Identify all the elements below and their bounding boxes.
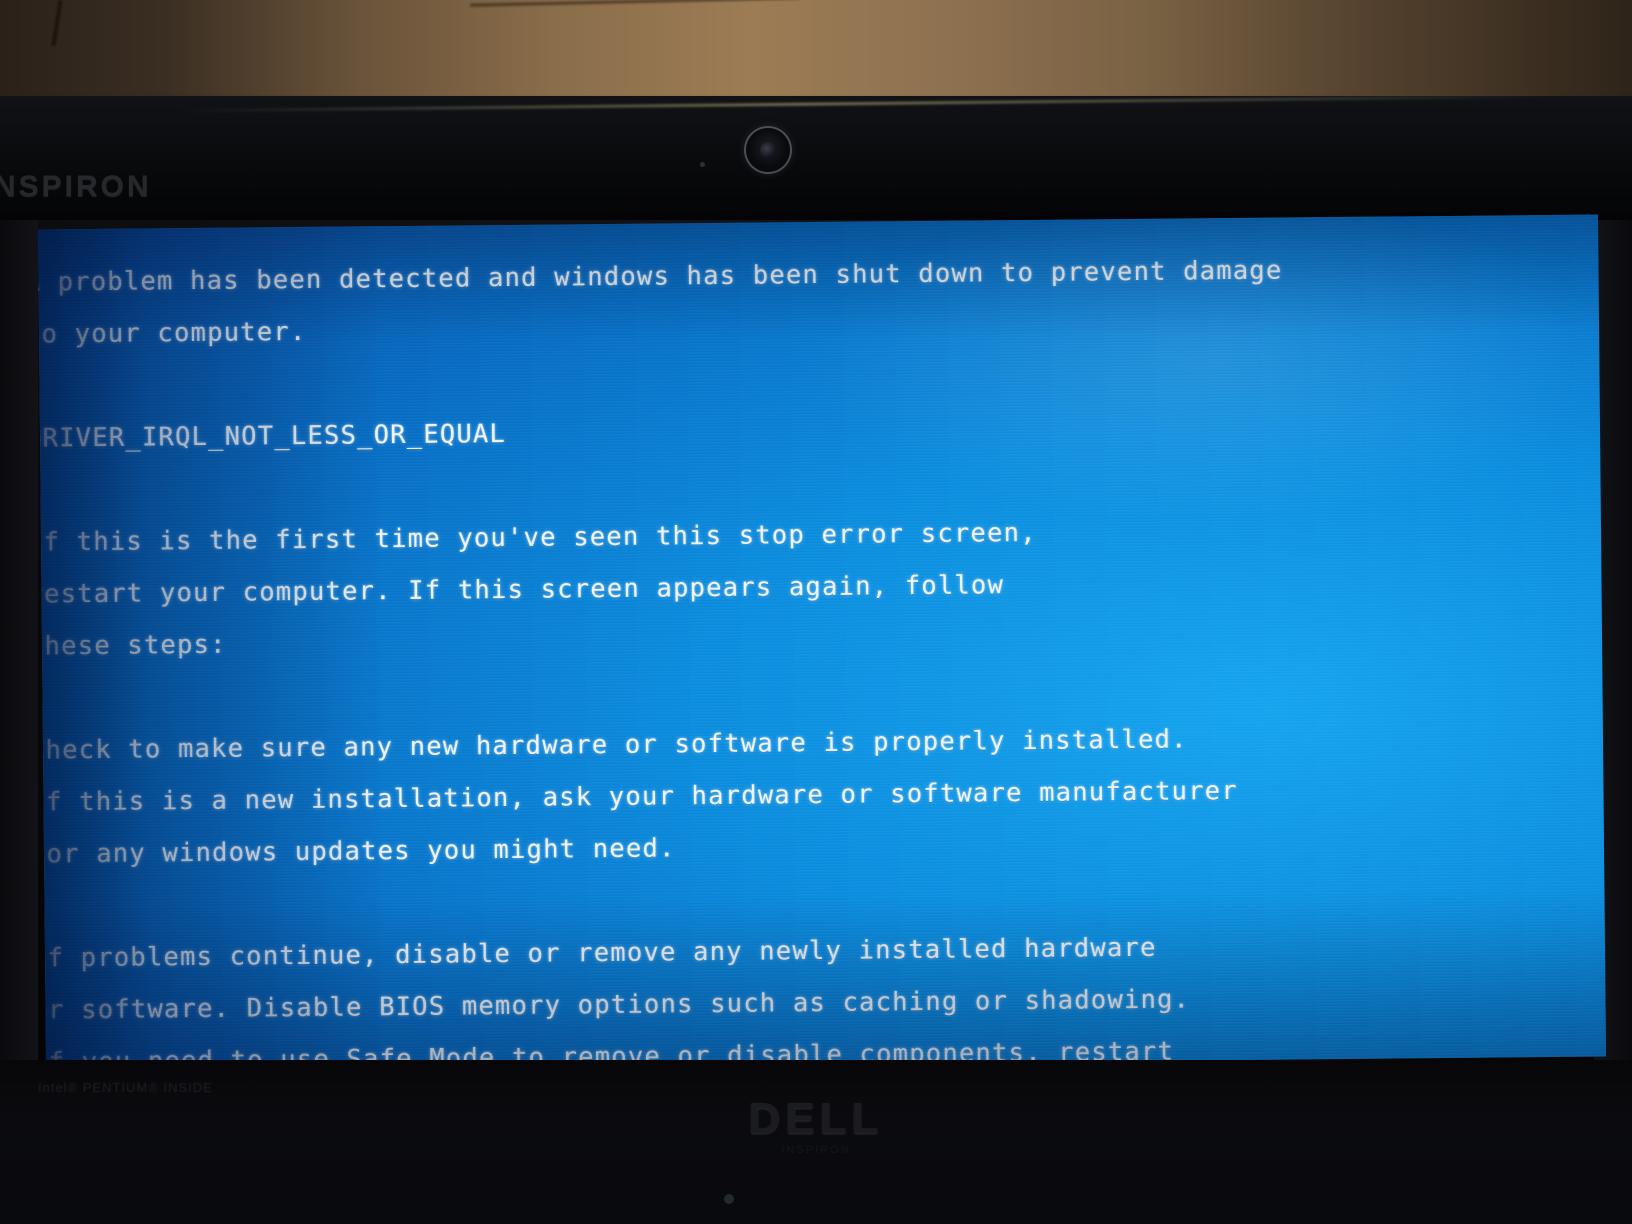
screen-bezel-top: NSPIRON [0,94,1632,220]
bsod-intro-line-2: to your computer. [38,316,307,350]
wall-cable-secondary [470,0,800,7]
microphone-icon [700,162,705,167]
bsod-check-line-2: If this is a new installation, ask your … [38,775,1238,818]
dell-logo: DELL [748,1094,884,1143]
bsod-stop-name: DRIVER_IRQL_NOT_LESS_OR_EQUAL [38,419,507,454]
bsod-firsttime-line-2: restart your computer. If this screen ap… [38,570,1005,610]
bsod-firsttime-line-3: these steps: [38,629,227,662]
screen-bezel-bottom: Intel® PENTIUM® INSIDE DELL INSPIRON [0,1060,1632,1224]
screen-bezel-left [0,220,38,1060]
bsod-check-line-3: for any windows updates you might need. [38,833,676,870]
laptop-screen: A problem has been detected and windows … [38,214,1607,1072]
inspiron-brand-label: NSPIRON [0,170,152,203]
intel-badge-sticker: Intel® PENTIUM® INSIDE [38,1080,213,1095]
bezel-highlight [180,94,1560,113]
wall-cable [51,0,63,47]
webcam-icon [746,128,790,172]
bsod-firsttime-line-1: If this is the first time you've seen th… [38,517,1037,558]
dell-logo-subtext: INSPIRON [781,1144,851,1156]
laptop-body: NSPIRON A problem has been detected and … [0,94,1632,1224]
webcam-lens [760,142,776,158]
bluescreen-error-text: A problem has been detected and windows … [38,228,1606,1072]
photo-of-laptop-bluescreen: NSPIRON A problem has been detected and … [0,0,1632,1224]
power-led-indicator [724,1194,734,1204]
bsod-continue-line-1: If problems continue, disable or remove … [38,932,1157,974]
bsod-continue-line-2: or software. Disable BIOS memory options… [38,984,1191,1026]
bsod-check-line-1: Check to make sure any new hardware or s… [38,724,1188,766]
bsod-intro-line-1: A problem has been detected and windows … [38,255,1283,298]
